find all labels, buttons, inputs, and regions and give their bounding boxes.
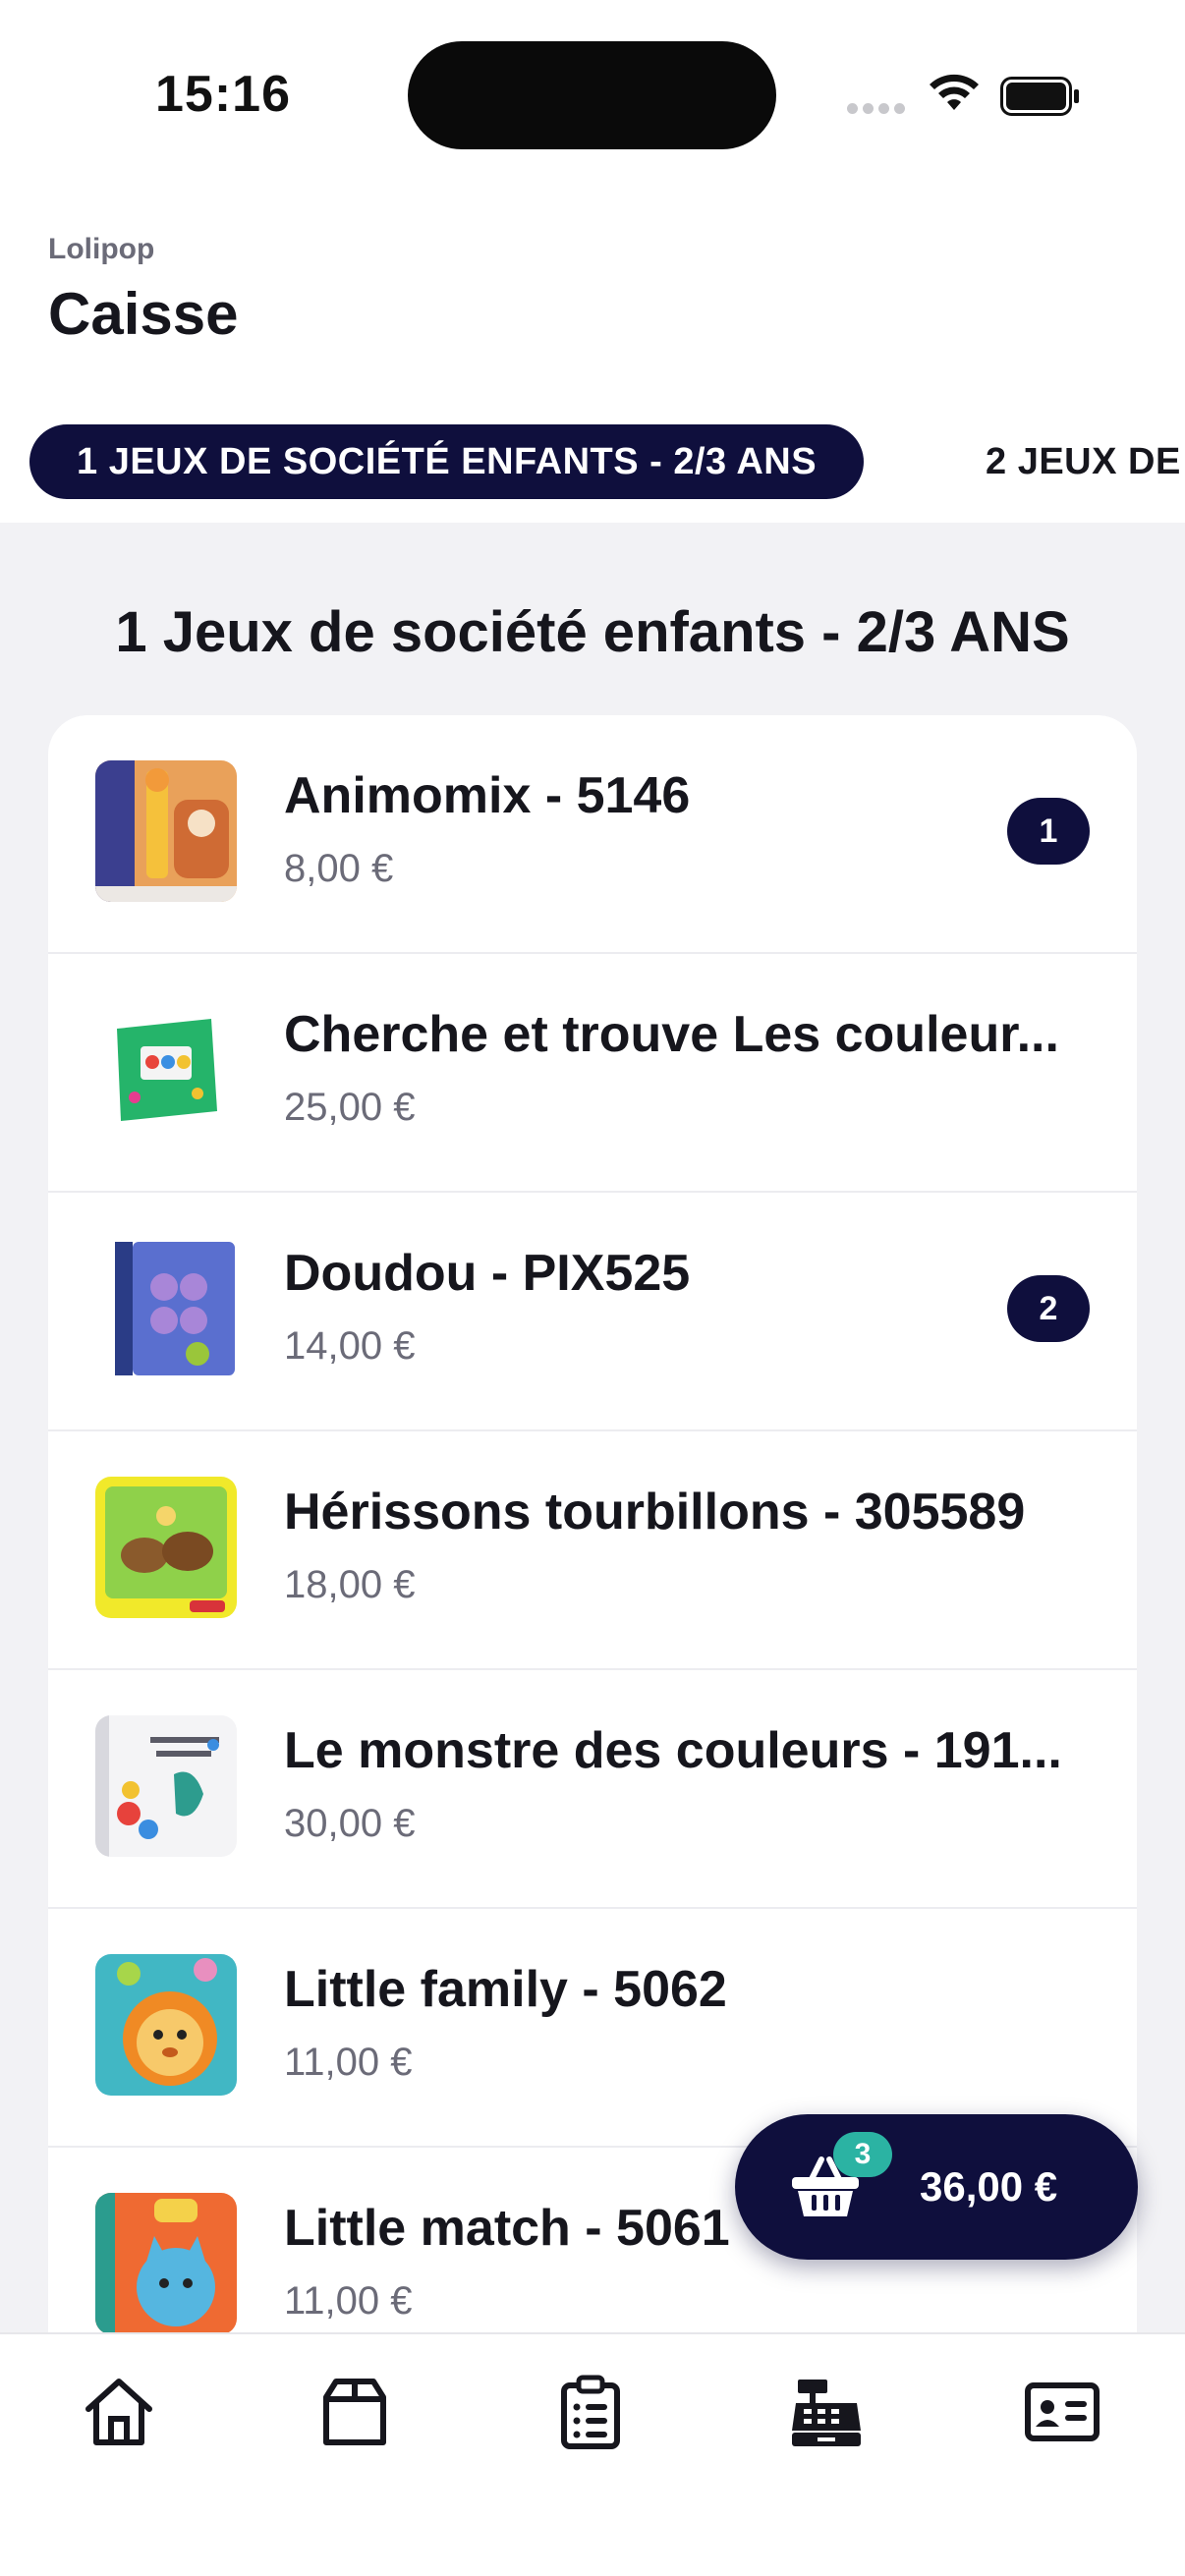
- nav-products[interactable]: [301, 2358, 409, 2466]
- doudou-box-icon: [95, 1238, 237, 1379]
- product-price: 11,00 €: [284, 2279, 413, 2323]
- product-name: Little match - 5061: [284, 2200, 730, 2257]
- product-name: Little family - 5062: [284, 1961, 727, 2018]
- status-bar: 15:16: [0, 0, 1185, 187]
- little-match-box-icon: [95, 2193, 237, 2332]
- product-name: Hérissons tourbillons - 305589: [284, 1484, 1026, 1540]
- wifi-icon: [930, 74, 979, 110]
- home-icon: [85, 2379, 152, 2445]
- tab-category-2[interactable]: 2 JEUX DE: [938, 424, 1185, 499]
- box-icon: [323, 2379, 386, 2445]
- product-name: Doudou - PIX525: [284, 1245, 691, 1302]
- bottom-nav: [0, 2332, 1185, 2576]
- product-price: 25,00 €: [284, 1086, 416, 1129]
- product-row[interactable]: Cherche et trouve Les couleur... 25,00 €: [48, 954, 1137, 1193]
- tab-category-1[interactable]: 1 JEUX DE SOCIÉTÉ ENFANTS - 2/3 ANS: [29, 424, 865, 499]
- product-row[interactable]: Little family - 5062 11,00 €: [48, 1909, 1137, 2148]
- product-price: 11,00 €: [284, 2041, 413, 2084]
- product-price: 14,00 €: [284, 1324, 416, 1368]
- monstre-box-icon: [95, 1715, 237, 1857]
- product-name: Le monstre des couleurs - 191...: [284, 1722, 1062, 1779]
- product-row[interactable]: Hérissons tourbillons - 305589 18,00 €: [48, 1431, 1137, 1670]
- nav-orders[interactable]: [536, 2358, 645, 2466]
- product-price: 30,00 €: [284, 1802, 416, 1845]
- cart-count-badge: 3: [833, 2132, 892, 2177]
- nav-cash-register[interactable]: [772, 2358, 880, 2466]
- nav-home[interactable]: [65, 2358, 173, 2466]
- product-price: 8,00 €: [284, 847, 394, 890]
- animomix-box-icon: [95, 760, 237, 902]
- store-name: Lolipop: [48, 233, 155, 265]
- herissons-box-icon: [95, 1477, 237, 1618]
- clipboard-list-icon: [561, 2375, 620, 2449]
- cellular-signal-icon: [847, 101, 910, 119]
- cash-register-icon: [792, 2380, 861, 2446]
- product-row[interactable]: Doudou - PIX525 14,00 € 2: [48, 1193, 1137, 1431]
- cart-button[interactable]: 3 36,00 €: [735, 2114, 1138, 2260]
- nav-customers[interactable]: [1008, 2358, 1116, 2466]
- cherche-et-trouve-box-icon: [95, 999, 237, 1141]
- section-title: 1 Jeux de société enfants - 2/3 ANS: [115, 600, 1070, 664]
- status-time: 15:16: [155, 66, 291, 123]
- product-list: Animomix - 5146 8,00 € 1 Cherche et trou…: [48, 715, 1137, 2332]
- quantity-badge: 1: [1007, 798, 1090, 865]
- little-family-box-icon: [95, 1954, 237, 2096]
- cart-total: 36,00 €: [920, 2163, 1058, 2210]
- quantity-badge: 2: [1007, 1275, 1090, 1342]
- page-title: Caisse: [48, 281, 239, 347]
- product-name: Cherche et trouve Les couleur...: [284, 1006, 1059, 1063]
- product-price: 18,00 €: [284, 1563, 416, 1606]
- product-row[interactable]: Animomix - 5146 8,00 € 1: [48, 715, 1137, 954]
- main-content: 1 Jeux de société enfants - 2/3 ANS Anim…: [0, 523, 1185, 2332]
- id-card-icon: [1025, 2382, 1100, 2441]
- dynamic-island: [408, 41, 776, 149]
- product-row[interactable]: Le monstre des couleurs - 191... 30,00 €: [48, 1670, 1137, 1909]
- product-name: Animomix - 5146: [284, 767, 691, 824]
- category-tabs: 1 JEUX DE SOCIÉTÉ ENFANTS - 2/3 ANS 2 JE…: [0, 420, 1185, 523]
- battery-icon: [1000, 77, 1079, 116]
